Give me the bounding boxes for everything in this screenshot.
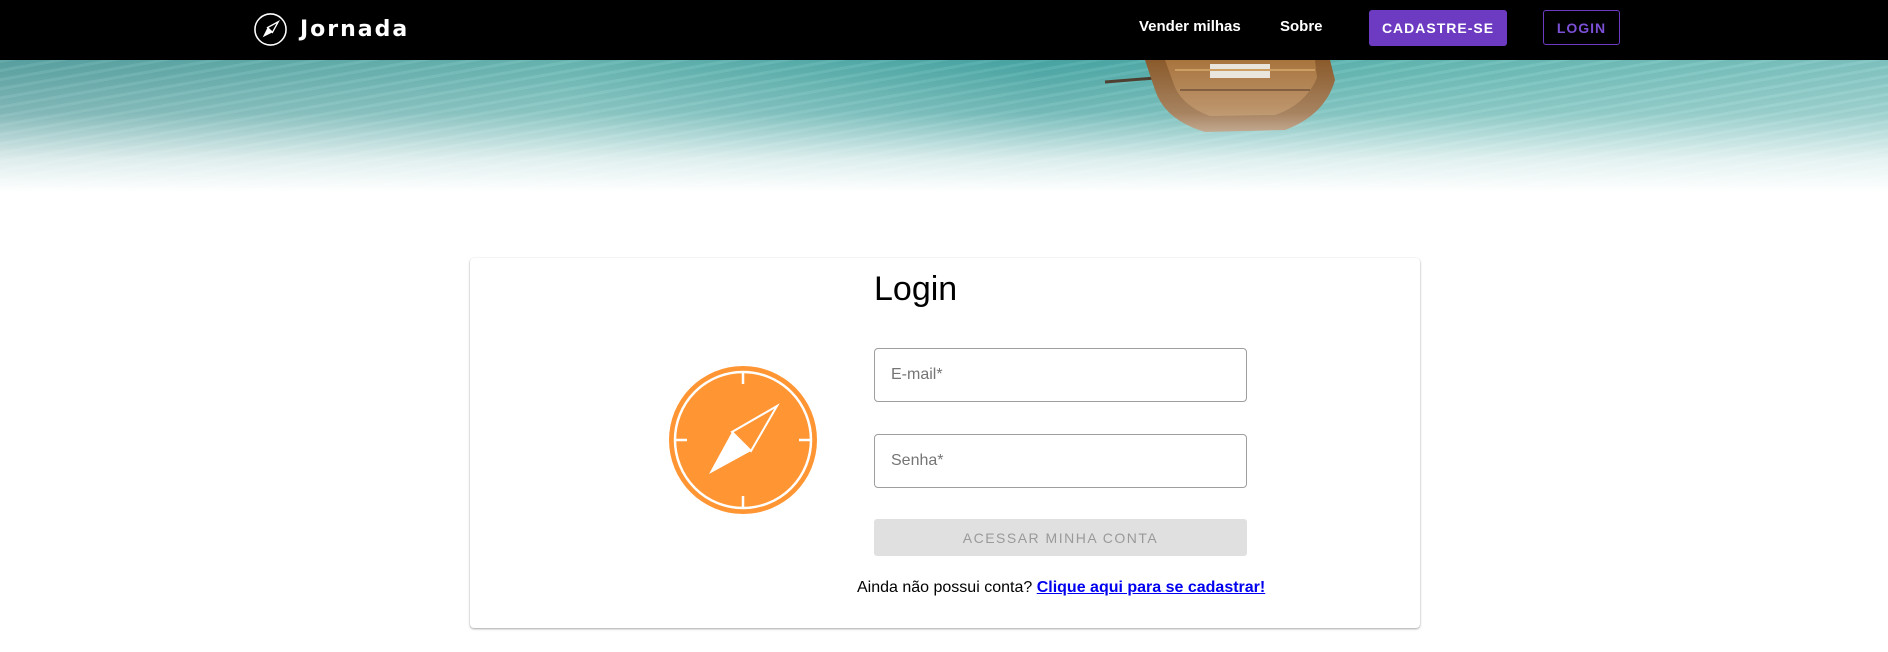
nav-link-about[interactable]: Sobre bbox=[1280, 18, 1323, 35]
compass-icon bbox=[254, 12, 287, 46]
hero-fade bbox=[0, 60, 1888, 192]
password-input[interactable] bbox=[875, 435, 1246, 487]
compass-logo bbox=[669, 366, 817, 514]
email-input[interactable] bbox=[875, 349, 1246, 401]
access-account-button[interactable]: ACESSAR MINHA CONTA bbox=[874, 519, 1247, 556]
nav-link-sell-miles[interactable]: Vender milhas bbox=[1139, 18, 1241, 35]
brand-name: Jornada bbox=[300, 16, 410, 42]
hero-banner bbox=[0, 60, 1888, 192]
password-field[interactable] bbox=[874, 434, 1247, 488]
top-navigation: Jornada Vender milhas Sobre CADASTRE-SE … bbox=[0, 0, 1888, 60]
signup-button[interactable]: CADASTRE-SE bbox=[1369, 10, 1507, 46]
page-title: Login bbox=[874, 270, 958, 308]
brand[interactable]: Jornada bbox=[253, 11, 409, 47]
login-card: Login ACESSAR MINHA CONTA Ainda não poss… bbox=[470, 258, 1420, 628]
no-account-text: Ainda não possui conta? bbox=[857, 579, 1033, 596]
login-nav-button[interactable]: LOGIN bbox=[1543, 10, 1620, 45]
signup-link[interactable]: Clique aqui para se cadastrar! bbox=[1037, 579, 1266, 596]
email-field[interactable] bbox=[874, 348, 1247, 402]
signup-prompt: Ainda não possui conta? Clique aqui para… bbox=[857, 579, 1265, 597]
